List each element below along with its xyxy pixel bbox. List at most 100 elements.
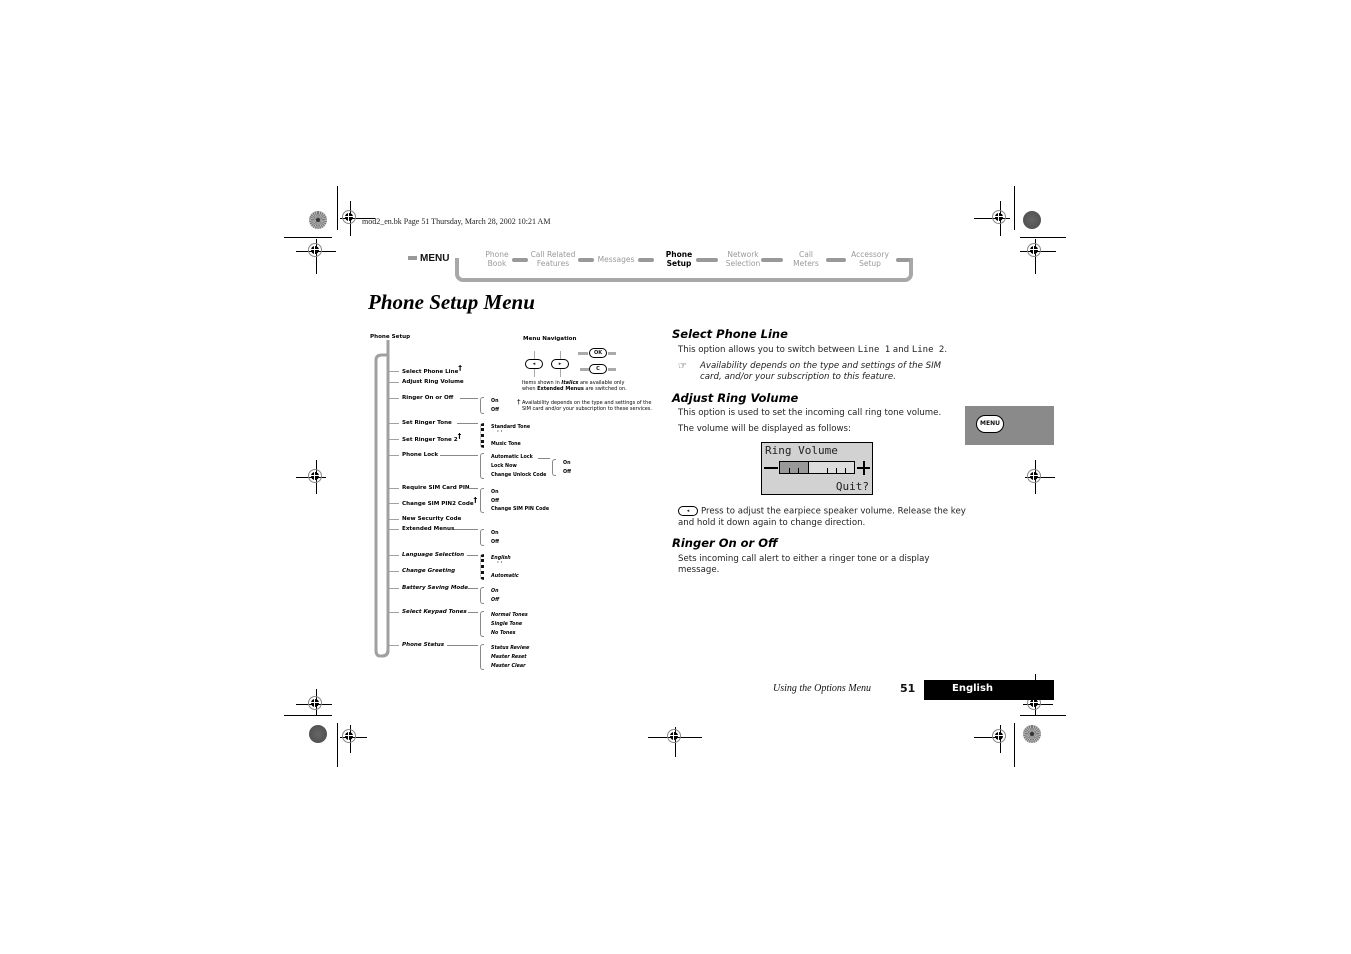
menu-key-icon: MENU	[976, 415, 1004, 433]
tree-option-label: On	[563, 461, 571, 466]
tree-option-label: Change SIM PIN Code	[491, 507, 550, 512]
tree-bracket	[480, 611, 484, 637]
dagger-icon: †	[458, 364, 462, 372]
note-hand-icon: ☞	[678, 361, 687, 372]
right-key-icon: ▸	[551, 359, 569, 369]
tree-option-label: Off	[491, 499, 499, 504]
tree-option-label: Master Clear	[491, 664, 526, 669]
volume-tick	[789, 468, 790, 473]
tree-branch-tick	[389, 588, 399, 589]
ring-volume-lcd: Ring Volume Quit?	[761, 442, 873, 495]
note-text: card, and/or your subscription to this f…	[700, 372, 896, 382]
tree-option-label: Status Review	[491, 646, 530, 651]
tree-item-label: Phone Lock	[402, 452, 439, 458]
nav-item-line2: Setup	[666, 259, 692, 268]
crop-mark	[1014, 186, 1015, 230]
volume-tick	[845, 468, 846, 473]
tree-option-label: Automatic Lock	[491, 455, 533, 460]
tree-item-label: Change SIM PIN2 Code†	[402, 496, 478, 507]
tree-item-label: Require SIM Card PIN	[402, 485, 470, 491]
nav-item-line2: Selection	[725, 259, 761, 268]
tree-bracket	[480, 529, 484, 546]
tree-bracket	[480, 488, 484, 513]
minus-icon	[764, 467, 778, 469]
nav-item-call-meters[interactable]: Call Meters	[786, 250, 826, 268]
tree-branch-tick	[389, 612, 399, 613]
adjust-ring-volume-body-2: The volume will be displayed as follows:	[678, 424, 851, 434]
tree-option-label: Off	[491, 408, 499, 413]
nav-item-line1: Phone	[665, 250, 693, 259]
nav-item-call-related-features[interactable]: Call Related Features	[528, 250, 578, 268]
print-slug: mod2_en.bk Page 51 Thursday, March 28, 2…	[362, 217, 551, 226]
body-text: .	[944, 345, 948, 355]
body-text: Press to adjust the earpiece speaker vol…	[701, 506, 966, 517]
tree-option-label: No Tones	[491, 631, 516, 636]
color-bar-disc	[1023, 725, 1041, 743]
nav-item-line1: Call	[798, 250, 813, 259]
nav-item-line2: Meters	[793, 259, 819, 268]
tree-branch-tick	[389, 455, 399, 456]
tree-branch-tick	[389, 555, 399, 556]
tree-branch-tick	[389, 519, 399, 520]
up-arrow-icon	[560, 351, 561, 359]
nav-item-messages[interactable]: Messages	[594, 255, 638, 264]
page-title: Phone Setup Menu	[368, 290, 535, 314]
volume-tick	[827, 468, 828, 473]
note-text: when	[522, 386, 538, 392]
heading-adjust-ring-volume: Adjust Ring Volume	[672, 391, 799, 405]
volume-bar	[779, 461, 855, 474]
volume-tick	[798, 468, 799, 473]
tree-option-label: Automatic	[491, 574, 519, 579]
crop-mark	[284, 237, 332, 238]
lcd-quit: Quit?	[835, 480, 869, 493]
select-phone-line-note: Availability depends on the type and set…	[700, 361, 941, 383]
tree-option-label: Off	[563, 470, 571, 475]
nav-item-line1: Messages	[597, 255, 635, 264]
tree-branch-tick	[389, 423, 399, 424]
select-phone-line-body: This option allows you to switch between…	[678, 345, 947, 356]
crop-mark	[1020, 715, 1066, 716]
nav-item-accessory-setup[interactable]: Accessory Setup	[846, 250, 894, 268]
legend-italic-note: Items shown in Italics are available onl…	[522, 380, 627, 392]
nav-connector	[696, 258, 718, 262]
legend-dagger-note: Availability depends on the type and set…	[522, 400, 652, 412]
nav-item-network-selection[interactable]: Network Selection	[718, 250, 768, 268]
nav-connector	[896, 258, 910, 262]
tree-connector	[468, 612, 478, 613]
footer-section-title: Using the Options Menu	[773, 683, 872, 694]
section-side-tab: MENU	[965, 406, 1054, 445]
tree-bracket	[480, 644, 484, 670]
language-tab: English	[924, 680, 1054, 700]
right-arrow-icon	[608, 352, 616, 355]
tree-item-label: Adjust Ring Volume	[402, 379, 464, 385]
heading-ringer-on-off: Ringer On or Off	[672, 536, 778, 550]
tree-option-label: Music Tone	[491, 442, 521, 447]
nav-item-line1: Accessory	[851, 250, 889, 259]
phone-setup-menu-tree: Select Phone Line† Adjust Ring Volume Ring…	[360, 330, 660, 675]
tree-connector	[538, 458, 550, 459]
tree-connector	[457, 423, 478, 424]
tree-option-label: Off	[491, 540, 499, 545]
nav-item-line1: Call Related	[530, 250, 576, 259]
nav-item-phone-setup[interactable]: Phone Setup	[660, 250, 698, 268]
ellipsis-dots: · ·	[497, 430, 503, 435]
crop-mark	[337, 723, 338, 767]
tree-item-label: Ringer On or Off	[402, 395, 454, 401]
tree-connector	[468, 488, 478, 489]
tree-option-label: Normal Tones	[491, 613, 528, 618]
nav-item-phone-book[interactable]: Phone Book	[480, 250, 514, 268]
plus-icon	[863, 461, 865, 475]
tree-root-label: Phone Setup	[370, 334, 411, 340]
tree-option-label: Change Unlock Code	[491, 473, 547, 478]
ringer-on-off-body: Sets incoming call alert to either a rin…	[678, 554, 930, 576]
tree-item-label: Battery Saving Mode	[402, 585, 469, 591]
tree-option-label: On	[491, 589, 499, 594]
tree-item-label: Phone Status	[402, 642, 445, 648]
nav-connector	[512, 258, 528, 262]
crop-mark	[1020, 237, 1066, 238]
tree-branch-tick	[389, 439, 399, 440]
nav-connector	[826, 258, 846, 262]
nav-menu-label[interactable]: MENU	[408, 253, 449, 264]
tree-connector	[468, 588, 478, 589]
tree-item-label: Select Phone Line†	[402, 364, 462, 375]
